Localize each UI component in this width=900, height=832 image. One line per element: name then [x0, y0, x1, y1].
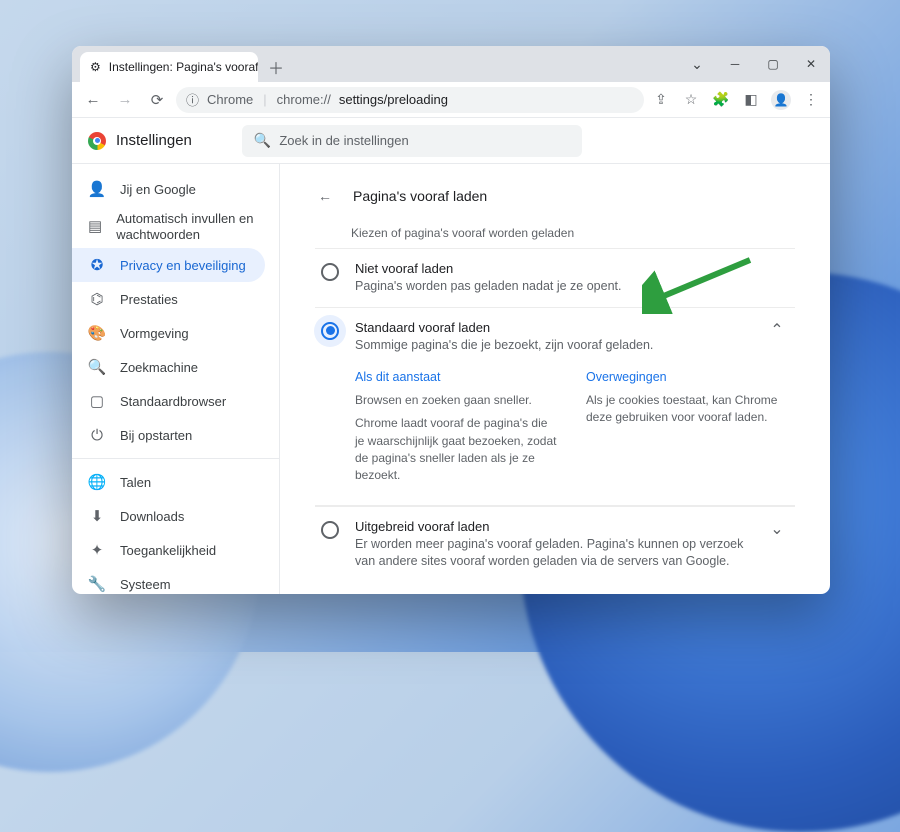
sidebar-item-label: Prestaties: [120, 292, 178, 307]
window-controls: ⌄ ─ ▢ ✕: [678, 46, 830, 82]
settings-sidebar[interactable]: 👤 Jij en Google ▤ Automatisch invullen en w…: [72, 164, 280, 594]
sidebar-item-search[interactable]: 🔍 Zoekmachine: [72, 350, 279, 384]
palette-icon: 🎨: [88, 324, 106, 342]
sidebar-separator: [72, 458, 279, 459]
nav-forward-button: →: [112, 87, 138, 113]
radio-unselected[interactable]: [321, 521, 339, 539]
settings-search-input[interactable]: 🔍 Zoek in de instellingen: [242, 125, 582, 157]
option-title: Niet vooraf laden: [355, 261, 789, 276]
sidebar-item-palette[interactable]: 🎨 Vormgeving: [72, 316, 279, 350]
chrome-window: ⚙ Instellingen: Pagina's vooraf lad… ✕ ＋…: [72, 46, 830, 594]
option-standard-preload[interactable]: Standaard vooraf laden Sommige pagina's …: [315, 307, 795, 366]
sidebar-item-autofill[interactable]: ▤ Automatisch invullen en wachtwoorden: [72, 206, 279, 248]
sidebar-item-label: Bij opstarten: [120, 428, 192, 443]
download-icon: ⬇: [88, 507, 106, 525]
close-button[interactable]: ✕: [792, 46, 830, 82]
settings-body: 👤 Jij en Google ▤ Automatisch invullen en w…: [72, 164, 830, 594]
sidebar-item-label: Talen: [120, 475, 151, 490]
expand-col2-title: Overwegingen: [586, 370, 789, 384]
expand-col1-line2: Chrome laadt vooraf de pagina's die je w…: [355, 415, 558, 485]
wrench-icon: 🔧: [88, 575, 106, 593]
search-icon: 🔍: [88, 358, 106, 376]
url-path: settings/preloading: [339, 92, 448, 107]
sidebar-item-globe[interactable]: 🌐 Talen: [72, 465, 279, 499]
settings-title: Instellingen: [116, 132, 192, 149]
option-desc: Er worden meer pagina's vooraf geladen. …: [355, 536, 749, 570]
expand-col1-line1: Browsen en zoeken gaan sneller.: [355, 392, 558, 409]
kebab-menu-icon[interactable]: ⋮: [800, 89, 822, 111]
url-host: chrome://: [277, 92, 331, 107]
nav-back-button[interactable]: ←: [80, 87, 106, 113]
chevron-down-icon[interactable]: ⌄: [765, 519, 789, 539]
address-bar: ← → ⟳ ⓘ Chrome | chrome://settings/prelo…: [72, 82, 830, 118]
nav-reload-button[interactable]: ⟳: [144, 87, 170, 113]
option-title: Uitgebreid vooraf laden: [355, 519, 749, 534]
sidebar-item-wrench[interactable]: 🔧 Systeem: [72, 567, 279, 594]
speed-icon: ⌬: [88, 290, 106, 308]
tabs-dropdown-icon[interactable]: ⌄: [678, 46, 716, 82]
option-no-preload[interactable]: Niet vooraf laden Pagina's worden pas ge…: [315, 248, 795, 307]
sidebar-item-person[interactable]: 👤 Jij en Google: [72, 172, 279, 206]
option-title: Standaard vooraf laden: [355, 320, 749, 335]
autofill-icon: ▤: [88, 218, 102, 236]
sidebar-item-label: Standaardbrowser: [120, 394, 226, 409]
option-extended-preload[interactable]: Uitgebreid vooraf laden Er worden meer p…: [315, 506, 795, 582]
tab-title: Instellingen: Pagina's vooraf lad…: [109, 60, 258, 74]
page-caption: Kiezen of pagina's vooraf worden geladen: [351, 226, 795, 240]
titlebar: ⚙ Instellingen: Pagina's vooraf lad… ✕ ＋…: [72, 46, 830, 82]
option-desc: Sommige pagina's die je bezoekt, zijn vo…: [355, 337, 749, 354]
sidebar-item-label: Zoekmachine: [120, 360, 198, 375]
page-title: Pagina's vooraf laden: [353, 188, 487, 204]
radio-unselected[interactable]: [321, 263, 339, 281]
sidebar-item-label: Automatisch invullen en wachtwoorden: [116, 211, 263, 242]
profile-avatar[interactable]: 👤: [770, 89, 792, 111]
back-arrow-icon[interactable]: ←: [315, 186, 335, 206]
expand-col1-title: Als dit aanstaat: [355, 370, 558, 384]
chrome-logo-icon: [88, 132, 106, 150]
globe-icon: 🌐: [88, 473, 106, 491]
shield-icon: ✪: [88, 256, 106, 274]
settings-header: Instellingen 🔍 Zoek in de instellingen: [72, 118, 830, 164]
browser-tab[interactable]: ⚙ Instellingen: Pagina's vooraf lad… ✕: [80, 52, 258, 82]
chevron-up-icon[interactable]: ⌃: [765, 320, 789, 340]
extensions-puzzle-icon[interactable]: 🧩: [710, 89, 732, 111]
sidebar-item-label: Vormgeving: [120, 326, 189, 341]
new-tab-button[interactable]: ＋: [264, 55, 288, 79]
search-placeholder: Zoek in de instellingen: [279, 133, 408, 148]
person-icon: 👤: [88, 180, 106, 198]
power-icon: ⏻: [88, 427, 106, 444]
sidebar-item-label: Privacy en beveiliging: [120, 258, 246, 273]
option-standard-expanded: Als dit aanstaat Browsen en zoeken gaan …: [315, 366, 795, 506]
accessibility-icon: ✦: [88, 541, 106, 559]
sidebar-item-browser[interactable]: ▢ Standaardbrowser: [72, 384, 279, 418]
side-panel-icon[interactable]: ◧: [740, 89, 762, 111]
sidebar-item-speed[interactable]: ⌬ Prestaties: [72, 282, 279, 316]
browser-icon: ▢: [88, 392, 106, 410]
sidebar-item-label: Systeem: [120, 577, 171, 592]
sidebar-item-label: Jij en Google: [120, 182, 196, 197]
expand-col2-line1: Als je cookies toestaat, kan Chrome deze…: [586, 392, 789, 427]
sidebar-item-label: Downloads: [120, 509, 184, 524]
sidebar-item-label: Toegankelijkheid: [120, 543, 216, 558]
sidebar-item-power[interactable]: ⏻ Bij opstarten: [72, 418, 279, 452]
share-icon[interactable]: ⇪: [650, 89, 672, 111]
radio-selected[interactable]: [321, 322, 339, 340]
maximize-button[interactable]: ▢: [754, 46, 792, 82]
url-label-prefix: Chrome: [207, 92, 253, 107]
option-desc: Pagina's worden pas geladen nadat je ze …: [355, 278, 789, 295]
sidebar-item-shield[interactable]: ✪ Privacy en beveiliging: [72, 248, 265, 282]
sidebar-item-accessibility[interactable]: ✦ Toegankelijkheid: [72, 533, 279, 567]
url-box[interactable]: ⓘ Chrome | chrome://settings/preloading: [176, 87, 644, 113]
sidebar-item-download[interactable]: ⬇ Downloads: [72, 499, 279, 533]
page-heading-row: ← Pagina's vooraf laden: [315, 176, 795, 216]
tab-favicon: ⚙: [90, 60, 101, 74]
site-info-icon[interactable]: ⓘ: [186, 90, 199, 109]
search-icon: 🔍: [254, 132, 271, 149]
bookmark-star-icon[interactable]: ☆: [680, 89, 702, 111]
minimize-button[interactable]: ─: [716, 46, 754, 82]
settings-main[interactable]: ← Pagina's vooraf laden Kiezen of pagina…: [280, 164, 830, 594]
